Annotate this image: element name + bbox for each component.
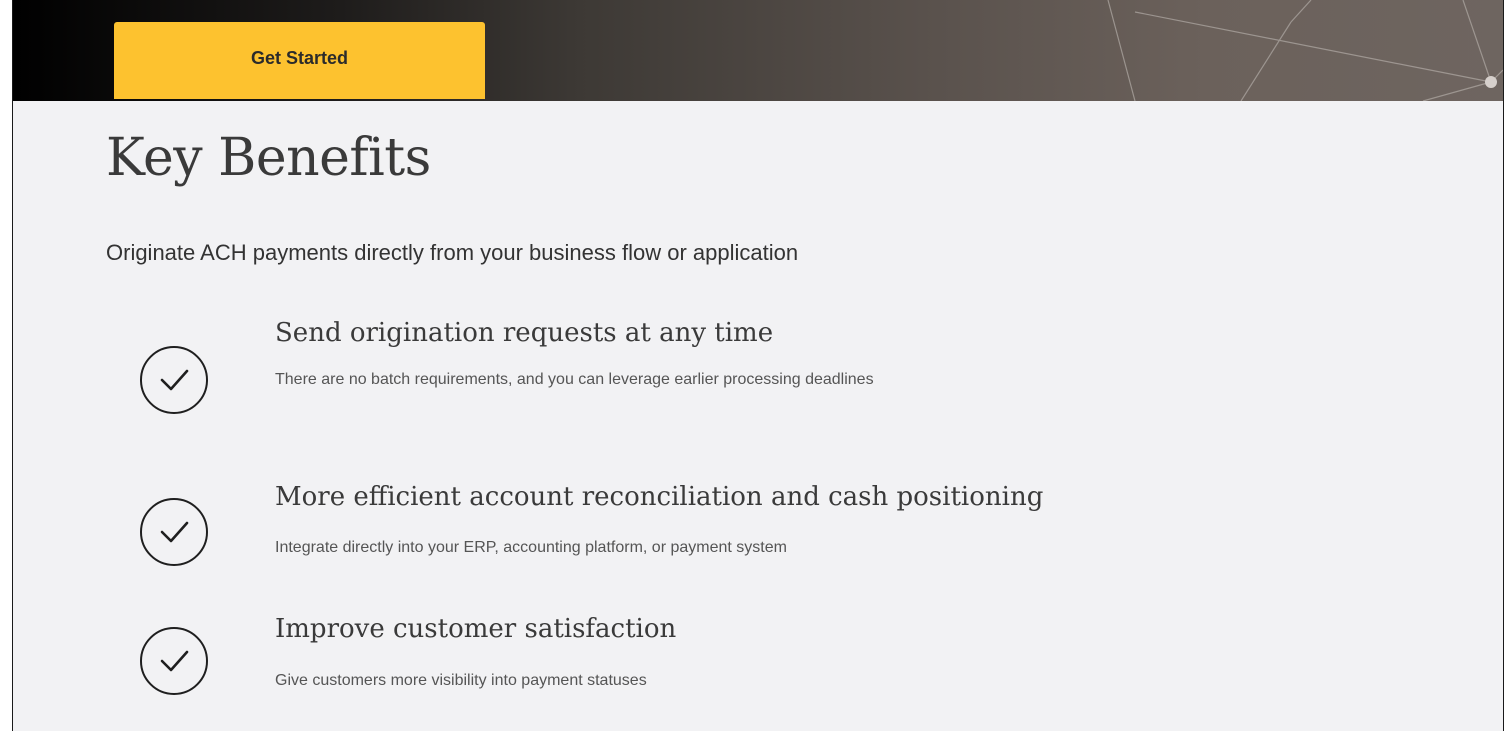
hero-banner: Get Started xyxy=(13,0,1503,101)
benefit-description: There are no batch requirements, and you… xyxy=(275,371,874,388)
benefit-title: Send origination requests at any time xyxy=(275,318,774,348)
page-title: Key Benefits xyxy=(106,128,431,188)
benefit-description: Integrate directly into your ERP, accoun… xyxy=(275,539,787,556)
network-lines-decoration xyxy=(1107,0,1503,101)
check-circle-icon xyxy=(140,498,208,566)
page-frame: Get Started Key Benefits Originate ACH p… xyxy=(12,0,1504,731)
benefit-title: Improve customer satisfaction xyxy=(275,614,677,644)
benefit-description: Give customers more visibility into paym… xyxy=(275,672,647,689)
intro-text: Originate ACH payments directly from you… xyxy=(106,240,799,265)
benefit-title: More efficient account reconciliation an… xyxy=(275,482,1044,512)
check-circle-icon xyxy=(140,627,208,695)
get-started-button[interactable]: Get Started xyxy=(114,22,485,99)
check-circle-icon xyxy=(140,346,208,414)
